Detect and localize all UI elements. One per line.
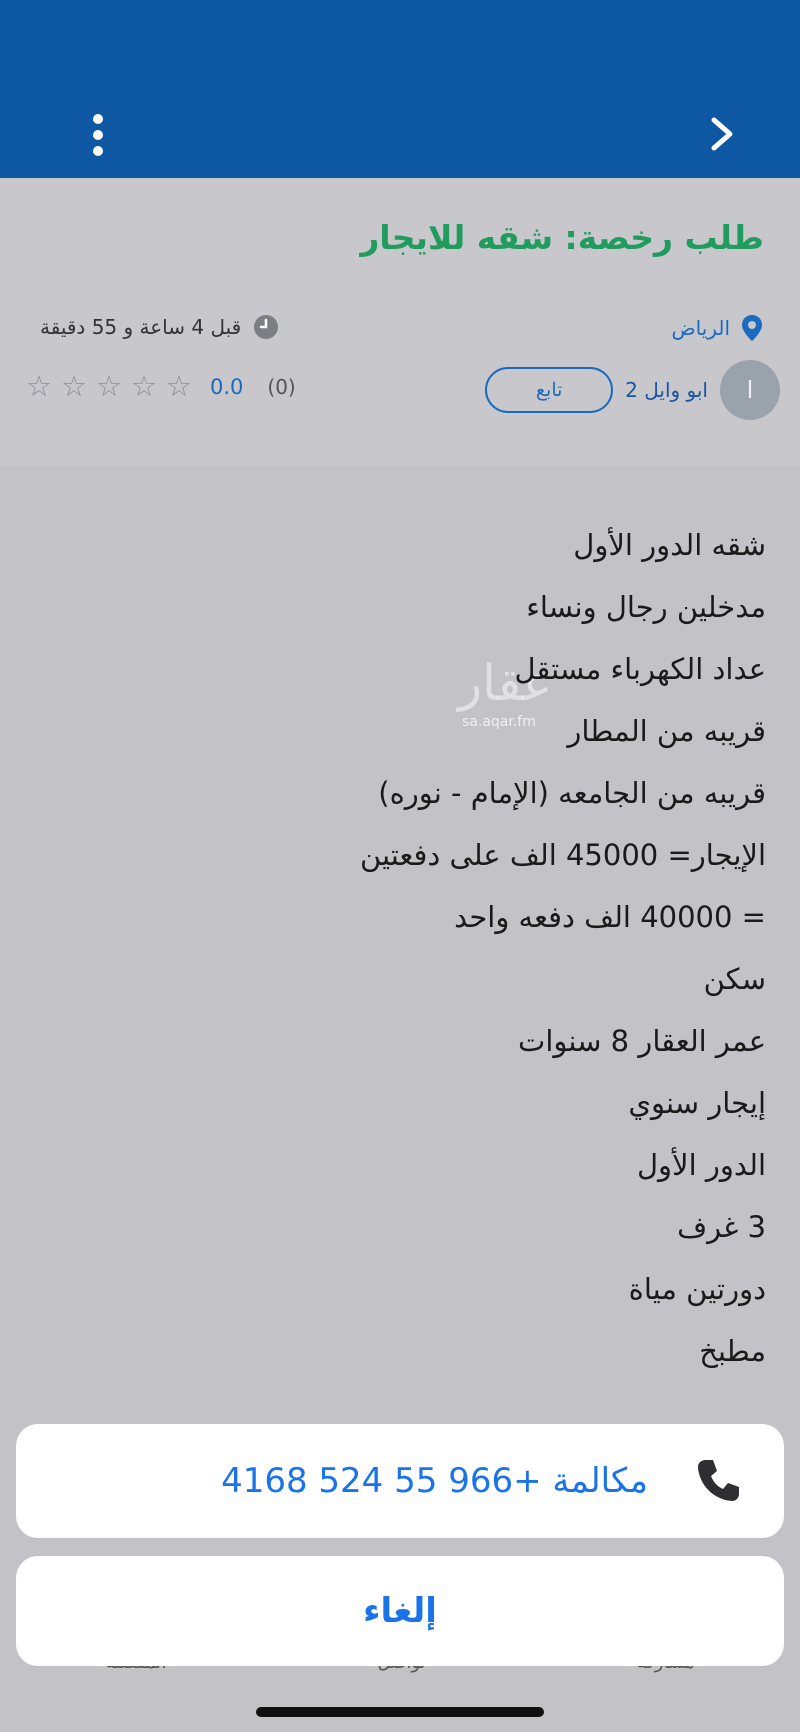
location-pin-icon xyxy=(742,315,762,341)
listing-location[interactable]: الرياض xyxy=(671,314,764,342)
description-line: 3 غرف xyxy=(677,1210,766,1244)
star-icon: ☆ xyxy=(96,369,122,403)
phone-icon xyxy=(698,1460,739,1501)
star-icon: ☆ xyxy=(26,369,52,403)
cancel-label: إلغاء xyxy=(363,1591,437,1631)
description-line: عمر العقار 8 سنوات xyxy=(518,1024,766,1058)
star-icon: ☆ xyxy=(61,369,87,403)
chevron-right-icon[interactable] xyxy=(700,112,744,156)
follow-button[interactable]: تابع xyxy=(485,367,614,413)
top-app-bar xyxy=(0,0,800,178)
description-line: = 40000 الف دفعه واحد xyxy=(454,900,766,934)
description-line: قريبه من المطار xyxy=(567,714,766,748)
clock-icon xyxy=(254,315,279,339)
description-line: مطبخ xyxy=(699,1334,766,1368)
watermark-url: sa.aqar.fm xyxy=(462,714,536,730)
avatar[interactable]: ا xyxy=(720,360,780,420)
more-vertical-icon[interactable] xyxy=(84,112,112,158)
description-line: مدخلين رجال ونساء xyxy=(526,590,766,624)
description-line: الإيجار= 45000 الف على دفعتين xyxy=(359,838,766,872)
time-ago-text: قبل 4 ساعة و 55 دقيقة xyxy=(40,315,242,339)
listing-time: قبل 4 ساعة و 55 دقيقة xyxy=(40,314,279,340)
cancel-button[interactable]: إلغاء xyxy=(16,1556,784,1666)
user-row: ا ابو وايل 2 تابع xyxy=(485,360,780,420)
description-line: إيجار سنوي xyxy=(628,1086,766,1120)
description-line: شقه الدور الأول xyxy=(573,528,766,562)
rating-count: (0) xyxy=(267,374,296,399)
listing-title: طلب رخصة: شقه للايجار xyxy=(360,218,764,257)
description-line: دورتين مياة xyxy=(628,1272,766,1306)
call-action-button[interactable]: مكالمة +966 55 524 4168 xyxy=(16,1424,784,1538)
star-icon: ☆ xyxy=(166,369,192,403)
description-line: عداد الكهرباء مستقل xyxy=(514,652,766,686)
rating-value: 0.0 xyxy=(210,374,244,399)
user-rating: ☆ ☆ ☆ ☆ ☆ 0.0 (0) xyxy=(26,372,296,401)
location-text: الرياض xyxy=(671,316,730,340)
listing-description: عقار sa.aqar.fm شقه الدور الأول مدخلين ر… xyxy=(0,466,800,1732)
star-icon: ☆ xyxy=(131,369,157,403)
call-label: مكالمة +966 55 524 4168 xyxy=(221,1461,648,1501)
description-line: قريبه من الجامعه (الإمام - نوره) xyxy=(378,776,766,810)
avatar-initial: ا xyxy=(746,376,754,404)
user-name[interactable]: ابو وايل 2 xyxy=(625,378,708,402)
listing-header: طلب رخصة: شقه للايجار الرياض قبل 4 ساعة … xyxy=(0,178,800,466)
rating-stars: ☆ ☆ ☆ ☆ ☆ xyxy=(26,372,192,401)
description-line: الدور الأول xyxy=(636,1148,766,1182)
home-indicator xyxy=(256,1707,544,1717)
description-line: سكن xyxy=(703,962,766,996)
